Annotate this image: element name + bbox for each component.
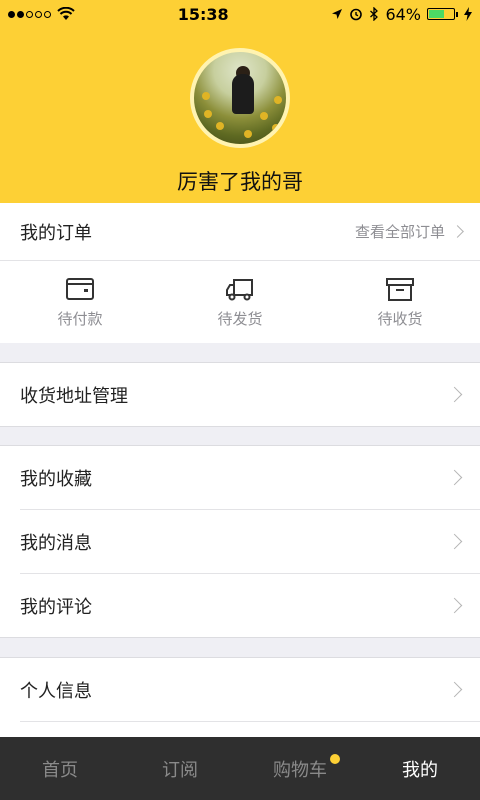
menu-item-comments-label: 我的评论 — [20, 596, 92, 618]
tab-home[interactable]: 首页 — [0, 737, 120, 800]
view-all-orders-link[interactable]: 查看全部订单 — [354, 221, 464, 242]
menu-item-profile-info[interactable]: 个人信息 — [0, 658, 480, 721]
menu-item-comments[interactable]: 我的评论 — [0, 574, 480, 637]
order-status-bar: 待付款 待发货 待收货 — [0, 261, 480, 344]
alarm-icon — [350, 8, 363, 21]
username: 厉害了我的哥 — [177, 170, 303, 194]
view-all-orders-label: 查看全部订单 — [354, 223, 445, 241]
status-bar: 15:38 64% — [0, 0, 480, 28]
chevron-right-icon — [446, 469, 463, 486]
status-right: 64% — [331, 5, 472, 24]
profile-header: 厉害了我的哥 — [0, 28, 480, 203]
order-pending-shipment-label: 待发货 — [217, 310, 263, 328]
account-group: 个人信息 — [0, 657, 480, 742]
address-group: 收货地址管理 — [0, 362, 480, 427]
menu-item-address-label: 收货地址管理 — [20, 385, 128, 407]
signal-strength-icon — [8, 10, 51, 18]
tab-home-label: 首页 — [42, 759, 78, 781]
order-pending-shipment[interactable]: 待发货 — [160, 276, 320, 329]
tab-cart[interactable]: 购物车 — [240, 737, 360, 800]
orders-section: 我的订单 查看全部订单 待付款 待发货 待收货 — [0, 203, 480, 343]
battery-icon — [427, 8, 458, 20]
chevron-right-icon — [446, 681, 463, 698]
status-time: 15:38 — [177, 4, 229, 24]
menu-item-favorites-label: 我的收藏 — [20, 468, 92, 490]
menu-item-address[interactable]: 收货地址管理 — [0, 363, 480, 426]
box-icon — [386, 278, 414, 301]
order-pending-receipt-label: 待收货 — [377, 310, 423, 328]
status-left — [8, 7, 75, 21]
truck-icon — [226, 279, 253, 301]
menu-item-favorites[interactable]: 我的收藏 — [0, 446, 480, 509]
tab-mine[interactable]: 我的 — [360, 737, 480, 800]
bluetooth-icon — [370, 7, 379, 21]
menu-item-messages[interactable]: 我的消息 — [0, 510, 480, 573]
chevron-right-icon — [446, 533, 463, 550]
cart-badge-dot — [330, 754, 340, 764]
tab-cart-label: 购物车 — [273, 759, 327, 781]
wallet-icon — [66, 278, 94, 300]
avatar[interactable] — [190, 48, 290, 148]
chevron-right-icon — [446, 386, 463, 403]
charging-bolt-icon — [464, 7, 472, 21]
battery-percent: 64% — [385, 4, 421, 24]
menu-item-messages-label: 我的消息 — [20, 532, 92, 554]
orders-title: 我的订单 — [20, 222, 92, 244]
tab-bar: 首页 订阅 购物车 我的 — [0, 737, 480, 800]
activity-group: 我的收藏 我的消息 我的评论 — [0, 445, 480, 638]
orders-header-row[interactable]: 我的订单 查看全部订单 — [0, 203, 480, 260]
menu-item-profile-info-label: 个人信息 — [20, 680, 92, 702]
chevron-right-icon — [446, 597, 463, 614]
order-pending-payment[interactable]: 待付款 — [0, 276, 160, 329]
location-arrow-icon — [332, 9, 343, 19]
tab-subscribe-label: 订阅 — [162, 759, 198, 781]
wifi-icon — [57, 7, 75, 20]
order-pending-payment-label: 待付款 — [57, 310, 103, 328]
order-pending-receipt[interactable]: 待收货 — [320, 276, 480, 329]
chevron-right-icon — [451, 225, 464, 238]
tab-mine-label: 我的 — [402, 759, 438, 781]
tab-subscribe[interactable]: 订阅 — [120, 737, 240, 800]
